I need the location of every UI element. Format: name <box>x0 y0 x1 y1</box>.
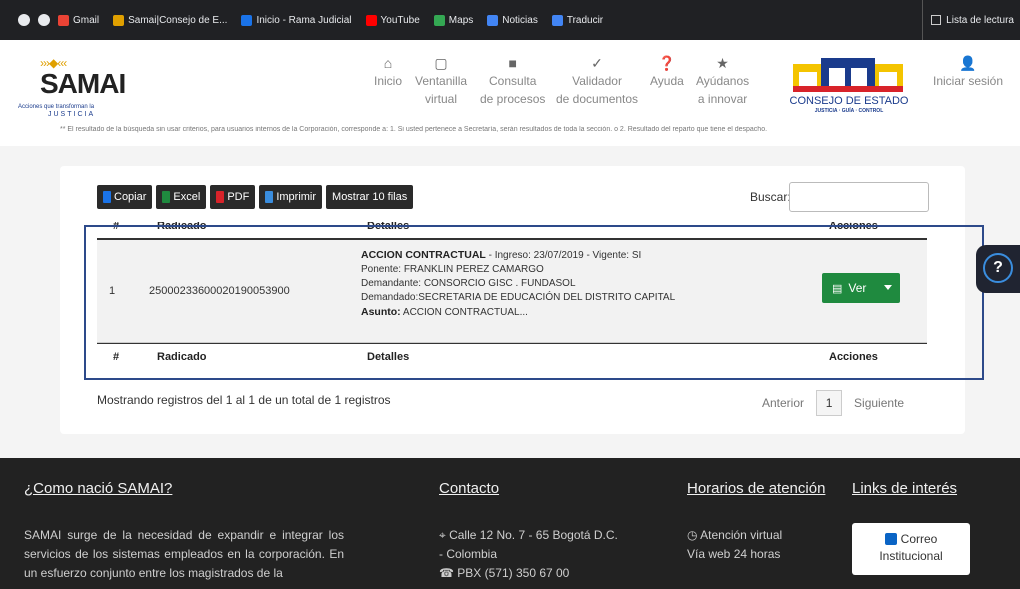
acciones-column-header: Acciones <box>829 222 878 232</box>
bookmark-youtube[interactable]: YouTube <box>365 14 420 26</box>
maps-icon <box>433 14 445 26</box>
window-icon: ▢ <box>434 55 448 71</box>
outlook-icon <box>884 533 897 545</box>
translate-icon <box>551 14 563 26</box>
folder-icon: ■ <box>508 55 517 71</box>
bookmarks-bar: Gmail Samai|Consejo de E... Inicio - Ram… <box>0 0 1020 40</box>
view-icon: ▤ <box>832 282 843 295</box>
building-icon <box>793 58 903 92</box>
validate-icon: ✓ <box>591 55 603 71</box>
bookmark-noticias[interactable]: Noticias <box>487 14 538 26</box>
nav-validador[interactable]: ✓ Validador de documentos <box>556 54 638 108</box>
table-header: # Radicado Detalles Acciones <box>97 222 927 240</box>
search-input[interactable] <box>789 182 929 212</box>
star-icon: ★ <box>716 55 729 71</box>
next-page-button[interactable]: Siguiente <box>854 396 904 410</box>
hours-line1: ◷ Atención virtual <box>687 528 783 542</box>
bookmark-gmail[interactable]: Gmail <box>58 14 99 26</box>
chevron-down-icon[interactable] <box>884 285 892 290</box>
clock-icon: ◷ <box>687 528 701 542</box>
bookmark-samai[interactable]: Samai|Consejo de E... <box>113 14 227 26</box>
question-icon: ? <box>983 253 1013 283</box>
table-row: 1 25000233600020190053900 ACCION CONTRAC… <box>97 240 927 343</box>
nav-ventanilla[interactable]: ▢ Ventanilla virtual <box>415 54 467 108</box>
search-notice: ** El resultado de la búsqueda sin usar … <box>60 126 768 133</box>
reading-list[interactable]: Lista de lectura <box>922 0 1020 40</box>
links-title[interactable]: Links de interés <box>852 480 957 497</box>
correo-institucional-button[interactable]: Correo Institucional <box>852 523 970 575</box>
pdf-button[interactable]: PDF <box>210 185 256 209</box>
search-label: Buscar: <box>750 190 791 204</box>
location-icon: ⌖ <box>439 528 450 542</box>
youtube-icon <box>365 14 377 26</box>
contact-address: ⌖ Calle 12 No. 7 - 65 Bogotá D.C. - Colo… <box>439 528 618 561</box>
bookmark-traducir[interactable]: Traducir <box>551 14 603 26</box>
site-header: ›››◆‹‹‹ SAMAI Acciones que transforman l… <box>0 40 1020 130</box>
ver-button[interactable]: ▤ Ver <box>822 273 900 303</box>
bookmark-rama-judicial[interactable]: Inicio - Rama Judicial <box>241 14 352 26</box>
excel-button[interactable]: Excel <box>156 185 207 209</box>
nav-inicio[interactable]: ⌂ Inicio <box>374 54 402 90</box>
nav-ayuda[interactable]: ❓ Ayuda <box>650 54 684 90</box>
forward-icon[interactable] <box>38 14 50 26</box>
detalles-column-header[interactable]: Detalles <box>367 222 409 232</box>
print-button[interactable]: Imprimir <box>259 185 323 209</box>
user-icon: 👤 <box>959 55 977 71</box>
radicado-column-header[interactable]: Radicado <box>157 222 207 232</box>
table-footer: # Radicado Detalles Acciones <box>97 343 927 370</box>
hours-line2: Vía web 24 horas <box>687 547 781 561</box>
help-icon: ❓ <box>658 55 676 71</box>
row-details: ACCION CONTRACTUAL - Ingreso: 23/07/2019… <box>361 249 676 318</box>
radicado-value: 25000233600020190053900 <box>149 285 290 297</box>
samai-icon <box>113 14 125 26</box>
login-button[interactable]: 👤 Iniciar sesión <box>933 54 1003 90</box>
phone-icon: ☎ <box>439 566 458 580</box>
prev-page-button[interactable]: Anterior <box>762 396 804 410</box>
copy-icon <box>103 191 111 203</box>
page-1-button[interactable]: 1 <box>816 390 843 416</box>
export-toolbar: Copiar Excel PDF Imprimir Mostrar 10 fil… <box>97 185 417 209</box>
news-icon <box>487 14 499 26</box>
about-title[interactable]: ¿Como nació SAMAI? <box>24 480 172 497</box>
help-widget[interactable]: ? <box>976 245 1020 293</box>
print-icon <box>265 191 274 203</box>
samai-logo[interactable]: ›››◆‹‹‹ SAMAI Acciones que transforman l… <box>18 56 138 126</box>
excel-icon <box>162 191 171 203</box>
hours-title[interactable]: Horarios de atención <box>687 480 825 497</box>
home-icon: ⌂ <box>383 55 393 71</box>
reading-list-icon <box>931 15 942 25</box>
records-summary: Mostrando registros del 1 al 1 de un tot… <box>97 393 391 407</box>
nav-ayudanos[interactable]: ★ Ayúdanos a innovar <box>696 54 749 108</box>
back-icon[interactable] <box>18 14 30 26</box>
contact-title[interactable]: Contacto <box>439 480 499 497</box>
nav-consulta[interactable]: ■ Consulta de procesos <box>480 54 545 108</box>
pagination: Anterior 1 Siguiente <box>762 390 904 416</box>
about-text: SAMAI surge de la necesidad de expandir … <box>24 528 344 580</box>
site-footer: ¿Como nació SAMAI? SAMAI surge de la nec… <box>0 458 1020 589</box>
show-rows-button[interactable]: Mostrar 10 filas <box>326 185 414 209</box>
contact-phone: ☎ PBX (571) 350 67 00 <box>439 566 570 580</box>
copy-button[interactable]: Copiar <box>97 185 153 209</box>
rama-icon <box>241 14 253 26</box>
bookmark-maps[interactable]: Maps <box>433 14 473 26</box>
consejo-estado-logo[interactable]: CONSEJO DE ESTADO JUSTICIA · GUÍA · CONT… <box>783 50 915 120</box>
pdf-icon <box>216 191 225 203</box>
results-table: # Radicado Detalles Acciones 1 250002336… <box>97 222 927 370</box>
gmail-icon <box>58 14 69 26</box>
